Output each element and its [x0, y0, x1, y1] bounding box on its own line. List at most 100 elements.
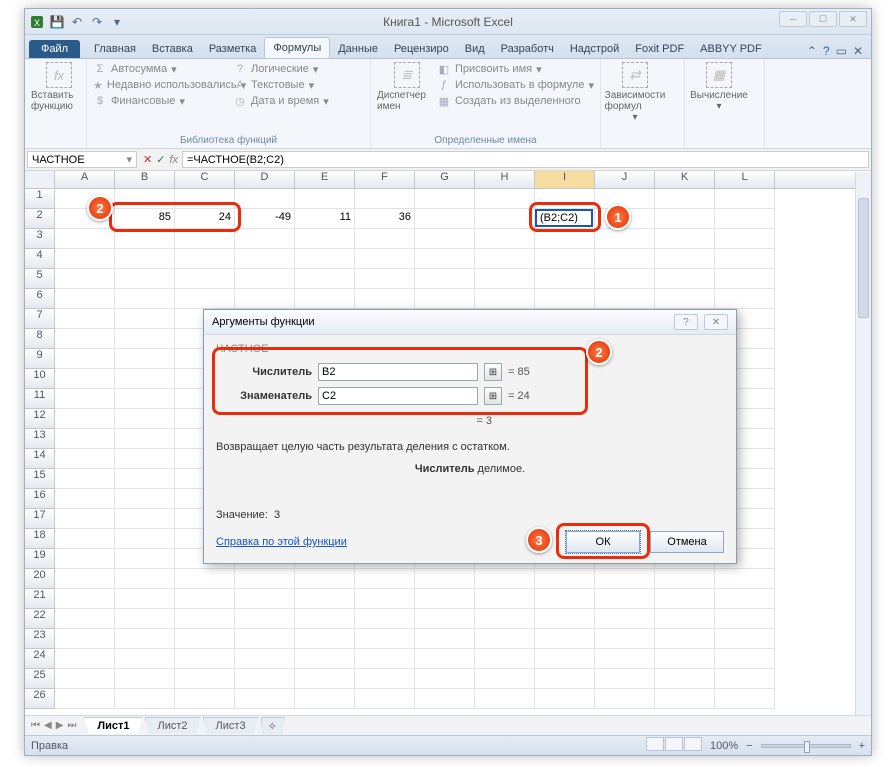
cell[interactable]	[595, 589, 655, 609]
tab-formulas[interactable]: Формулы	[264, 37, 330, 58]
text-button[interactable]: AТекстовые ▾	[233, 78, 364, 92]
tab-dev[interactable]: Разработч	[493, 39, 562, 58]
cell[interactable]	[55, 329, 115, 349]
cell[interactable]	[475, 229, 535, 249]
cell[interactable]	[415, 229, 475, 249]
new-sheet-button[interactable]: ✧	[261, 717, 285, 735]
cell[interactable]	[535, 669, 595, 689]
cell[interactable]	[115, 549, 175, 569]
minimize-button[interactable]: ─	[779, 11, 807, 27]
sheet-tab-2[interactable]: Лист2	[145, 717, 201, 734]
cell[interactable]	[55, 549, 115, 569]
cell[interactable]	[535, 629, 595, 649]
cell[interactable]	[595, 609, 655, 629]
cell[interactable]	[475, 689, 535, 709]
cell[interactable]: 24	[175, 209, 235, 229]
cell[interactable]	[415, 569, 475, 589]
cell[interactable]	[115, 269, 175, 289]
cell[interactable]	[115, 569, 175, 589]
cell[interactable]	[535, 569, 595, 589]
sheet-nav-next-icon[interactable]: ▶	[54, 720, 66, 731]
cell[interactable]	[355, 229, 415, 249]
cell[interactable]	[715, 649, 775, 669]
cell[interactable]	[475, 609, 535, 629]
row-header[interactable]: 20	[25, 569, 55, 589]
cell[interactable]	[595, 629, 655, 649]
row-header[interactable]: 15	[25, 469, 55, 489]
cell[interactable]	[655, 269, 715, 289]
row-header[interactable]: 18	[25, 529, 55, 549]
cell[interactable]	[115, 449, 175, 469]
formula-deps-button[interactable]: ⇄ Зависимости формул▾	[607, 62, 663, 123]
cell[interactable]	[295, 649, 355, 669]
cell[interactable]	[475, 669, 535, 689]
cell[interactable]	[55, 669, 115, 689]
logical-button[interactable]: ?Логические ▾	[233, 62, 364, 76]
sheet-nav-prev-icon[interactable]: ◀	[42, 720, 54, 731]
cell[interactable]	[415, 269, 475, 289]
tab-home[interactable]: Главная	[86, 39, 144, 58]
cell[interactable]	[295, 569, 355, 589]
zoom-in-icon[interactable]: +	[859, 740, 865, 752]
row-header[interactable]: 2	[25, 209, 55, 229]
maximize-button[interactable]: ☐	[809, 11, 837, 27]
cell[interactable]	[715, 569, 775, 589]
cell[interactable]	[595, 269, 655, 289]
cell[interactable]	[55, 349, 115, 369]
arg2-input[interactable]	[318, 387, 478, 405]
arg2-range-button[interactable]: ⊞	[484, 387, 502, 405]
undo-icon[interactable]: ↶	[69, 14, 85, 30]
cell[interactable]: 85	[115, 209, 175, 229]
cell[interactable]: 11	[295, 209, 355, 229]
col-K[interactable]: K	[655, 171, 715, 188]
row-header[interactable]: 19	[25, 549, 55, 569]
row-header[interactable]: 5	[25, 269, 55, 289]
create-from-sel-button[interactable]: ▦Создать из выделенного	[437, 94, 594, 108]
cell[interactable]	[415, 689, 475, 709]
cell[interactable]	[535, 269, 595, 289]
cell[interactable]	[235, 229, 295, 249]
cell[interactable]	[655, 249, 715, 269]
cell[interactable]	[715, 229, 775, 249]
col-G[interactable]: G	[415, 171, 475, 188]
cell[interactable]	[295, 589, 355, 609]
row-header[interactable]: 6	[25, 289, 55, 309]
cell[interactable]	[55, 489, 115, 509]
cancel-button[interactable]: Отмена	[650, 531, 724, 553]
ok-button[interactable]: ОК	[566, 531, 640, 553]
cell[interactable]	[55, 449, 115, 469]
cell[interactable]	[115, 389, 175, 409]
cell[interactable]	[715, 249, 775, 269]
cell[interactable]	[295, 229, 355, 249]
cell[interactable]	[55, 689, 115, 709]
cell[interactable]: 36	[355, 209, 415, 229]
fb-accept-icon[interactable]: ✓	[156, 153, 165, 166]
cell[interactable]	[295, 269, 355, 289]
cell[interactable]	[535, 249, 595, 269]
cell[interactable]	[175, 649, 235, 669]
cell[interactable]	[595, 249, 655, 269]
cell[interactable]	[715, 609, 775, 629]
fb-cancel-icon[interactable]: ✕	[143, 153, 152, 166]
cell[interactable]	[655, 609, 715, 629]
sheet-tab-1[interactable]: Лист1	[84, 717, 142, 734]
row-header[interactable]: 7	[25, 309, 55, 329]
cell[interactable]	[175, 189, 235, 209]
cell[interactable]	[55, 429, 115, 449]
cell[interactable]	[355, 649, 415, 669]
col-D[interactable]: D	[235, 171, 295, 188]
active-cell[interactable]: (B2;C2)	[535, 209, 593, 227]
cell[interactable]	[655, 589, 715, 609]
cell[interactable]	[415, 589, 475, 609]
cell[interactable]	[715, 269, 775, 289]
cell[interactable]	[115, 429, 175, 449]
cell[interactable]	[115, 589, 175, 609]
cell[interactable]	[415, 649, 475, 669]
row-header[interactable]: 1	[25, 189, 55, 209]
cell[interactable]	[535, 189, 595, 209]
cell[interactable]	[115, 189, 175, 209]
cell[interactable]	[235, 669, 295, 689]
tab-review[interactable]: Рецензиро	[386, 39, 457, 58]
cell[interactable]	[115, 469, 175, 489]
cell[interactable]	[175, 609, 235, 629]
